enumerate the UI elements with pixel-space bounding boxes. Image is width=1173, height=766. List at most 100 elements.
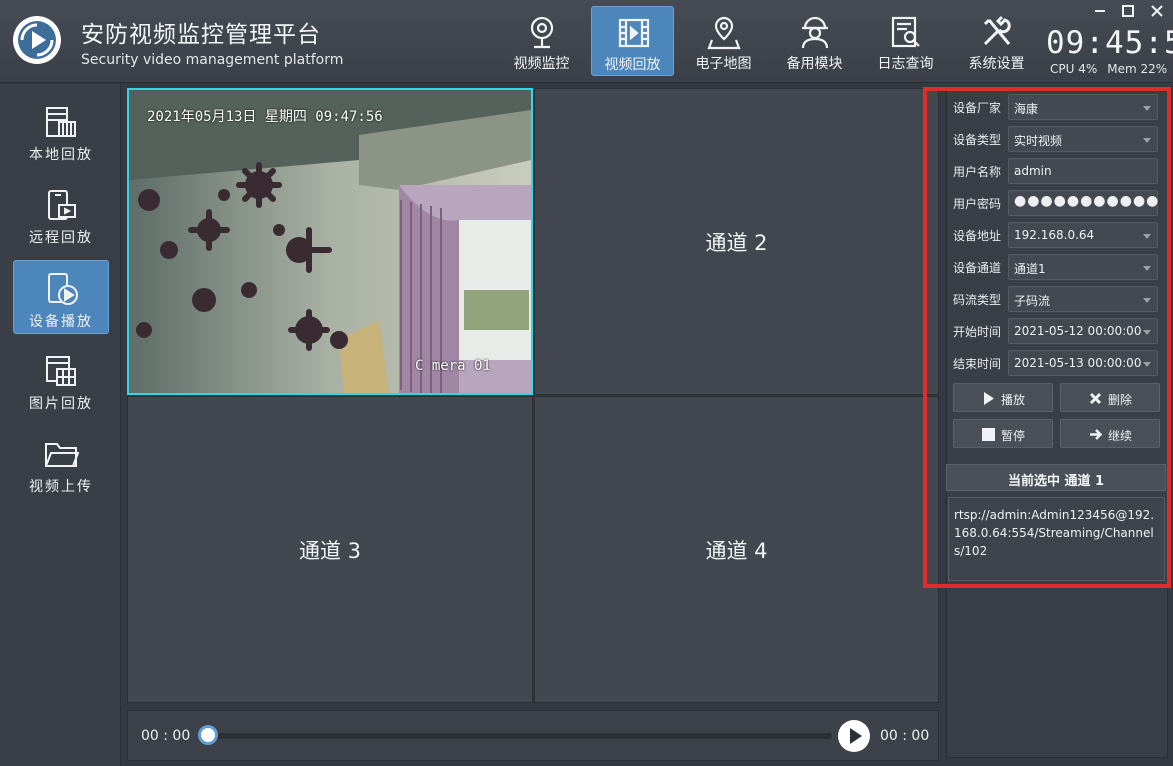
sidebar-item-label: 图片回放 xyxy=(29,396,93,412)
username-label: 用户名称 xyxy=(953,165,1002,179)
password-input[interactable]: ●●●●●●●●●●● xyxy=(1008,190,1158,216)
log-search-icon xyxy=(891,16,920,48)
app-title: 安防视频监控管理平台 xyxy=(81,22,321,48)
folder-icon xyxy=(45,443,79,467)
video-channel-1[interactable]: 2021年05月13日 星期四 09:47:56 C mera 01 xyxy=(127,88,533,395)
vendor-row: 设备厂家 海康 xyxy=(953,94,1160,120)
end-time-label: 结束时间 xyxy=(953,357,1002,371)
channel-label: 通道 3 xyxy=(298,538,362,563)
play-action-button[interactable]: 播放 xyxy=(953,383,1053,412)
clock: 09:45:50 xyxy=(1046,25,1173,61)
stop-square-icon xyxy=(982,428,995,441)
sidebar-item-local-playback[interactable]: 本地回放 xyxy=(13,94,109,168)
app-logo-icon xyxy=(13,16,61,64)
camera-osd-timestamp: 2021年05月13日 星期四 09:47:56 xyxy=(147,109,383,125)
nav-label: 视频监控 xyxy=(513,56,570,72)
address-select[interactable]: 192.168.0.64 xyxy=(1008,222,1158,248)
address-row: 设备地址 192.168.0.64 xyxy=(953,222,1160,248)
button-label: 删除 xyxy=(1108,393,1133,407)
vendor-label: 设备厂家 xyxy=(953,101,1002,115)
vendor-select[interactable]: 海康 xyxy=(1008,94,1158,120)
sidebar-item-label: 远程回放 xyxy=(29,230,93,246)
channel-select[interactable]: 通道1 xyxy=(1008,254,1158,280)
device-play-icon xyxy=(48,273,78,305)
nav-log-query[interactable]: 日志查询 xyxy=(864,6,947,76)
nav-video-playback[interactable]: 视频回放 xyxy=(591,6,674,76)
title-bar: 安防视频监控管理平台 Security video management pla… xyxy=(0,0,1173,83)
sidebar-item-image-playback[interactable]: 图片回放 xyxy=(13,343,109,417)
channel-row: 设备通道 通道1 xyxy=(953,254,1160,280)
end-time-row: 结束时间 2021-05-13 00:00:00 xyxy=(953,350,1160,376)
nav-video-monitor[interactable]: 视频监控 xyxy=(500,6,583,76)
nav-electronic-map[interactable]: 电子地图 xyxy=(682,6,765,76)
film-icon xyxy=(618,18,650,48)
end-time-picker[interactable]: 2021-05-13 00:00:00 xyxy=(1008,350,1158,376)
stream-row: 码流类型 子码流 xyxy=(953,286,1160,312)
start-time-picker[interactable]: 2021-05-12 00:00:00 xyxy=(1008,318,1158,344)
resume-button[interactable]: 继续 xyxy=(1060,419,1160,448)
local-playback-icon xyxy=(46,107,76,137)
sidebar-item-remote-playback[interactable]: 远程回放 xyxy=(13,177,109,251)
nav-label: 视频回放 xyxy=(604,57,661,73)
sidebar-item-device-play[interactable]: 设备播放 xyxy=(13,260,109,334)
video-channel-4[interactable]: 通道 4 xyxy=(534,396,939,703)
worker-icon xyxy=(801,16,829,49)
password-row: 用户密码 ●●●●●●●●●●● xyxy=(953,190,1160,216)
minimize-icon[interactable] xyxy=(1093,4,1107,18)
sidebar: 本地回放 远程回放 设备播放 图片回放 视频上传 xyxy=(0,84,121,766)
password-label: 用户密码 xyxy=(953,197,1002,211)
selected-channel-indicator: 当前选中 通道 1 xyxy=(946,464,1166,491)
rtsp-url-display[interactable]: rtsp://admin:Admin123456@192.168.0.64:55… xyxy=(948,497,1165,581)
play-icon xyxy=(850,728,862,744)
button-label: 暂停 xyxy=(1001,429,1026,443)
address-label: 设备地址 xyxy=(953,229,1002,243)
sidebar-item-video-upload[interactable]: 视频上传 xyxy=(13,426,109,500)
nav-label: 电子地图 xyxy=(695,56,752,72)
camera-osd-name: C mera 01 xyxy=(415,358,491,374)
channel-label: 通道 2 xyxy=(705,230,768,255)
video-channel-3[interactable]: 通道 3 xyxy=(127,396,533,703)
progress-track[interactable] xyxy=(208,733,832,739)
button-label: 继续 xyxy=(1108,429,1133,443)
delete-button[interactable]: 删除 xyxy=(1060,383,1160,412)
nav-backup-module[interactable]: 备用模块 xyxy=(773,6,856,76)
username-input[interactable]: admin xyxy=(1008,158,1158,184)
maximize-icon[interactable] xyxy=(1121,4,1135,18)
username-row: 用户名称 admin xyxy=(953,158,1160,184)
sidebar-item-label: 视频上传 xyxy=(29,479,93,495)
channel-label: 设备通道 xyxy=(953,261,1002,275)
progress-slider-handle[interactable] xyxy=(198,725,218,745)
cpu-usage: CPU 4% xyxy=(1050,62,1098,76)
close-x-icon xyxy=(1089,392,1102,405)
start-time-label: 开始时间 xyxy=(953,325,1002,339)
playback-progress-bar: 00 : 00 00 : 00 xyxy=(127,710,939,761)
stream-label: 码流类型 xyxy=(953,293,1002,307)
sidebar-item-label: 设备播放 xyxy=(29,314,93,330)
webcam-icon xyxy=(530,16,554,49)
play-icon xyxy=(984,392,994,405)
device-type-select[interactable]: 实时视频 xyxy=(1008,126,1158,152)
pause-button[interactable]: 暂停 xyxy=(953,419,1053,448)
play-button[interactable] xyxy=(838,720,870,752)
device-type-label: 设备类型 xyxy=(953,133,1002,147)
nav-label: 系统设置 xyxy=(968,56,1025,72)
button-label: 播放 xyxy=(1001,393,1026,407)
nav-label: 日志查询 xyxy=(877,56,934,72)
tools-icon xyxy=(983,15,1011,46)
sidebar-item-label: 本地回放 xyxy=(29,147,93,163)
channel-label: 通道 4 xyxy=(705,538,768,563)
system-stats: CPU 4% Mem 22% xyxy=(1050,62,1173,76)
total-time: 00 : 00 xyxy=(880,728,930,744)
app-subtitle: Security video management platform xyxy=(81,52,344,68)
start-time-row: 开始时间 2021-05-12 00:00:00 xyxy=(953,318,1160,344)
stream-select[interactable]: 子码流 xyxy=(1008,286,1158,312)
camera-feed-image xyxy=(129,90,531,393)
arrow-right-icon xyxy=(1090,429,1102,440)
nav-system-settings[interactable]: 系统设置 xyxy=(955,6,1038,76)
memory-usage: Mem 22% xyxy=(1107,62,1168,76)
video-channel-2[interactable]: 通道 2 xyxy=(534,88,939,395)
remote-playback-icon xyxy=(48,190,76,220)
close-icon[interactable] xyxy=(1150,4,1164,18)
map-pin-icon xyxy=(707,16,741,50)
device-type-row: 设备类型 实时视频 xyxy=(953,126,1160,152)
